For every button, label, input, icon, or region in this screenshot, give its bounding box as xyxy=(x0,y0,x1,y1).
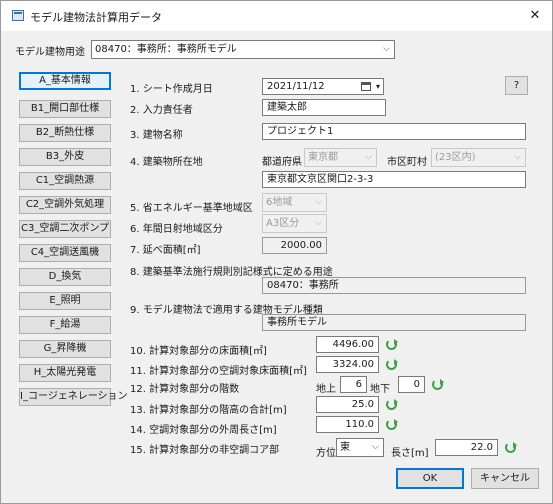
building-use-field: 08470：事務所 xyxy=(262,277,526,294)
window-title: モデル建物法計算用データ xyxy=(30,11,162,24)
refresh-icon[interactable] xyxy=(432,379,444,390)
below-ground-label: 地下 xyxy=(370,384,390,395)
tab-lighting[interactable]: E_照明 xyxy=(19,292,111,310)
ok-button[interactable]: OK xyxy=(396,468,464,489)
tab-hot-water[interactable]: F_給湯 xyxy=(19,316,111,334)
ac-floor-area-input[interactable]: 3324.00 xyxy=(316,356,379,373)
usage-select-value: 08470：事務所：事務所モデル xyxy=(95,44,237,55)
city-select: (23区内) ⌵ xyxy=(431,148,526,167)
row11-label: 11. 計算対象部分の空調対象床面積[㎡] xyxy=(130,366,307,377)
energy-region-value: 6地域 xyxy=(266,197,293,208)
refresh-icon[interactable] xyxy=(386,399,398,410)
tab-cogeneration[interactable]: I_コージェネレーション xyxy=(19,388,128,406)
above-ground-label: 地上 xyxy=(316,384,336,395)
row5-label: 5. 省エネルギー基準地域区 xyxy=(130,203,253,214)
calendar-icon xyxy=(361,82,371,91)
building-name-input[interactable]: プロジェクト1 xyxy=(262,123,526,140)
row12-label: 12. 計算対象部分の階数 xyxy=(130,384,240,395)
refresh-icon[interactable] xyxy=(386,339,398,350)
chevron-down-icon: ⌵ xyxy=(315,197,322,207)
row3-label: 3. 建物名称 xyxy=(130,130,183,141)
tab-solar[interactable]: H_太陽光発電 xyxy=(19,364,111,382)
usage-select[interactable]: 08470：事務所：事務所モデル ⌵ xyxy=(91,40,395,59)
tab-opening-spec[interactable]: B1_開口部仕様 xyxy=(19,100,111,118)
person-in-charge-input[interactable]: 建築太郎 xyxy=(262,99,386,116)
row15-label: 15. 計算対象部分の非空調コア部 xyxy=(130,445,280,456)
chevron-down-icon: ⌵ xyxy=(315,218,322,228)
energy-region-select: 6地域 ⌵ xyxy=(262,193,327,212)
refresh-icon[interactable] xyxy=(505,442,517,453)
building-model-field: 事務所モデル xyxy=(262,314,526,331)
dialog-window: モデル建物法計算用データ ✕ モデル建物用途 08470：事務所：事務所モデル … xyxy=(0,0,553,504)
usage-label: モデル建物用途 xyxy=(15,47,85,58)
date-value: 2021/11/12 xyxy=(267,81,325,92)
chevron-down-icon: ⌵ xyxy=(383,44,390,54)
city-value: (23区内) xyxy=(435,152,476,163)
prefecture-select: 東京都 ⌵ xyxy=(304,148,377,167)
tab-ac-heat-source[interactable]: C1_空調熱源 xyxy=(19,172,111,190)
chevron-down-icon: ⌵ xyxy=(372,442,379,452)
row1-label: 1. シート作成月日 xyxy=(130,84,213,95)
cancel-button[interactable]: キャンセル xyxy=(471,468,539,489)
row2-label: 2. 入力責任者 xyxy=(130,105,193,116)
floors-above-input[interactable]: 6 xyxy=(340,376,367,393)
app-icon xyxy=(12,10,24,21)
city-label: 市区町村 xyxy=(387,157,427,168)
tab-ac-fan[interactable]: C4_空調送風機 xyxy=(19,244,111,262)
total-floor-area-field: 2000.00 xyxy=(262,237,327,254)
solar-region-value: A3区分 xyxy=(266,218,300,229)
perimeter-length-input[interactable]: 110.0 xyxy=(316,416,379,433)
floor-area-input[interactable]: 4496.00 xyxy=(316,336,379,353)
tab-basic-info[interactable]: A_基本情報 xyxy=(19,72,111,90)
tab-ac-secondary-pump[interactable]: C3_空調二次ポンプ xyxy=(19,220,111,238)
direction-select[interactable]: 東 ⌵ xyxy=(336,438,384,457)
help-button[interactable]: ? xyxy=(505,76,528,95)
row13-label: 13. 計算対象部分の階高の合計[m] xyxy=(130,405,287,416)
tab-ac-outdoor-air[interactable]: C2_空調外気処理 xyxy=(19,196,111,214)
tab-envelope[interactable]: B3_外皮 xyxy=(19,148,111,166)
chevron-down-icon: ⌵ xyxy=(514,152,521,162)
direction-label: 方位 xyxy=(316,448,336,459)
tab-insulation-spec[interactable]: B2_断熱仕様 xyxy=(19,124,111,142)
close-icon[interactable]: ✕ xyxy=(524,5,546,27)
refresh-icon[interactable] xyxy=(386,419,398,430)
solar-region-select: A3区分 ⌵ xyxy=(262,214,327,233)
floor-height-total-input[interactable]: 25.0 xyxy=(316,396,379,413)
row4-label: 4. 建築物所在地 xyxy=(130,157,203,168)
row14-label: 14. 空調対象部分の外周長さ[m] xyxy=(130,425,277,436)
title-bar: モデル建物法計算用データ ✕ xyxy=(1,1,552,31)
refresh-icon[interactable] xyxy=(386,359,398,370)
prefecture-label: 都道府県 xyxy=(262,157,302,168)
chevron-down-icon: ⌵ xyxy=(365,152,372,162)
tab-elevator[interactable]: G_昇降機 xyxy=(19,340,111,358)
row8-label: 8. 建築基準法施行規則別記様式に定める用途 xyxy=(130,267,333,278)
core-length-input[interactable]: 22.0 xyxy=(435,439,498,456)
row7-label: 7. 延べ面積[㎡] xyxy=(130,245,201,256)
floors-below-input[interactable]: 0 xyxy=(398,376,425,393)
row10-label: 10. 計算対象部分の床面積[㎡] xyxy=(130,346,267,357)
prefecture-value: 東京都 xyxy=(308,152,338,163)
date-picker[interactable]: 2021/11/12 ▾ xyxy=(262,78,384,95)
address-input[interactable]: 東京都文京区関口2-3-3 xyxy=(262,171,526,188)
direction-value: 東 xyxy=(340,442,350,453)
length-label: 長さ[m] xyxy=(391,448,429,459)
chevron-down-icon: ▾ xyxy=(375,82,380,91)
row6-label: 6. 年間日射地域区分 xyxy=(130,224,223,235)
tab-ventilation[interactable]: D_換気 xyxy=(19,268,111,286)
